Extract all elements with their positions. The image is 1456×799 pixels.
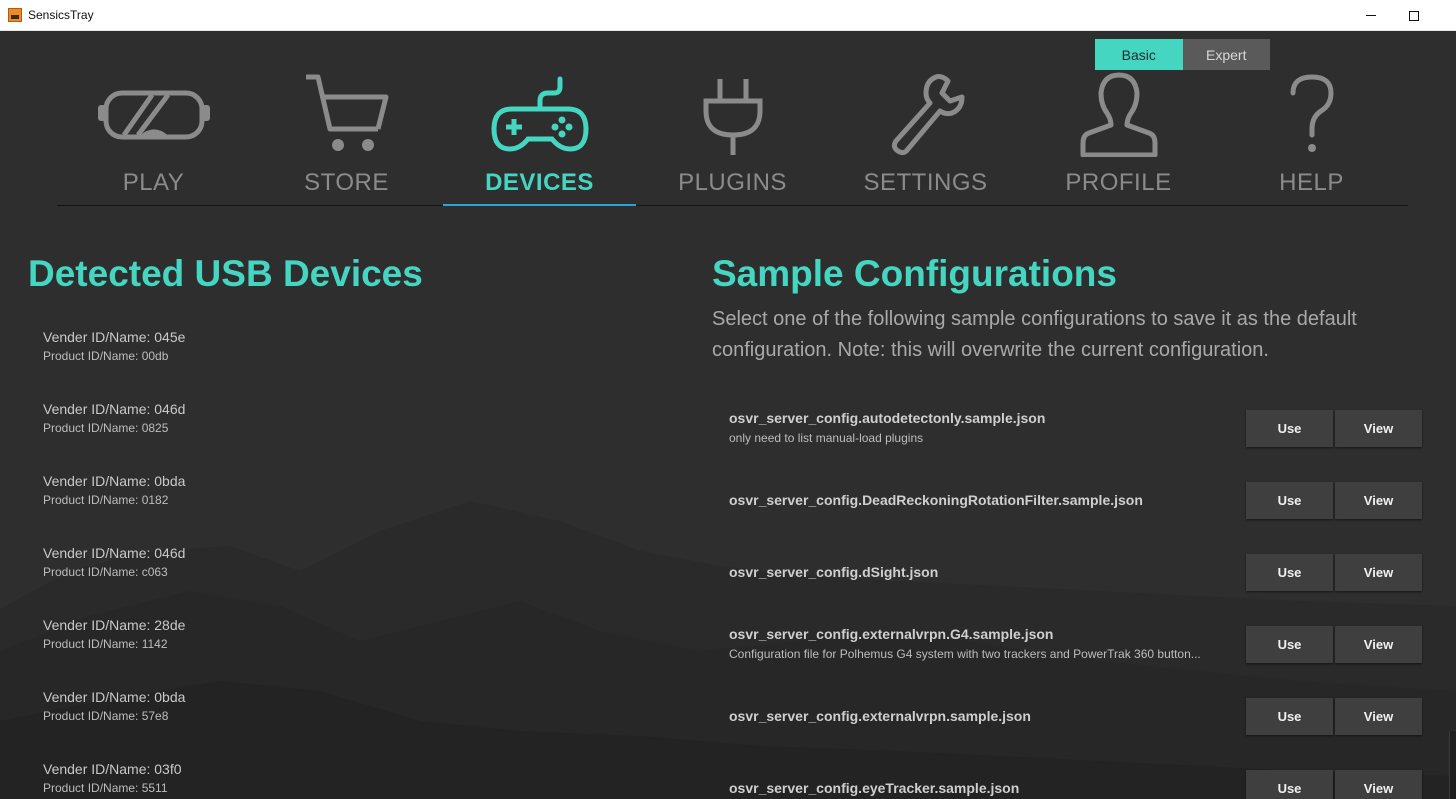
maximize-icon: [1409, 10, 1419, 21]
usb-devices-title: Detected USB Devices: [28, 253, 423, 294]
tab-profile[interactable]: PROFILE: [1022, 71, 1215, 207]
config-name: osvr_server_config.externalvrpn.G4.sampl…: [729, 626, 1054, 642]
question-mark-icon: [1215, 71, 1408, 157]
gamepad-icon: [443, 71, 636, 157]
list-item: Vender ID/Name: 045e Product ID/Name: 00…: [43, 329, 643, 363]
device-vendor: Vender ID/Name: 046d: [43, 401, 186, 417]
device-vendor: Vender ID/Name: 0bda: [43, 689, 186, 705]
use-button[interactable]: Use: [1246, 770, 1333, 799]
scrollbar[interactable]: [1449, 731, 1456, 799]
config-row: osvr_server_config.eyeTracker.sample.jso…: [729, 770, 1422, 799]
view-button[interactable]: View: [1335, 482, 1422, 519]
sample-configurations-title: Sample Configurations: [712, 253, 1117, 294]
view-button[interactable]: View: [1335, 770, 1422, 799]
list-item: Vender ID/Name: 046d Product ID/Name: 08…: [43, 401, 643, 435]
device-product: Product ID/Name: 0182: [43, 493, 169, 507]
config-row: osvr_server_config.autodetectonly.sample…: [729, 410, 1422, 450]
config-row: osvr_server_config.externalvrpn.sample.j…: [729, 698, 1422, 738]
device-vendor: Vender ID/Name: 045e: [43, 329, 186, 345]
app-icon: [8, 8, 22, 22]
device-vendor: Vender ID/Name: 046d: [43, 545, 186, 561]
tab-devices[interactable]: DEVICES: [443, 71, 636, 207]
device-product: Product ID/Name: 00db: [43, 349, 169, 363]
config-name: osvr_server_config.eyeTracker.sample.jso…: [729, 780, 1020, 796]
tab-help-label: HELP: [1279, 169, 1344, 196]
device-product: Product ID/Name: 5511: [43, 781, 168, 795]
list-item: Vender ID/Name: 03f0 Product ID/Name: 55…: [43, 761, 643, 795]
device-product: Product ID/Name: 57e8: [43, 709, 169, 723]
app-main: Basic Expert PLAY STORE DEVICES PLUGINS …: [0, 31, 1456, 799]
minimize-icon: [1366, 15, 1376, 16]
use-button[interactable]: Use: [1246, 554, 1333, 591]
view-button[interactable]: View: [1335, 626, 1422, 663]
shopping-cart-icon: [250, 71, 443, 157]
list-item: Vender ID/Name: 0bda Product ID/Name: 57…: [43, 689, 643, 723]
use-button[interactable]: Use: [1246, 698, 1333, 735]
maximize-button[interactable]: [1391, 0, 1437, 31]
use-button[interactable]: Use: [1246, 626, 1333, 663]
config-name: osvr_server_config.autodetectonly.sample…: [729, 410, 1046, 426]
vr-headset-icon: [57, 71, 250, 157]
expert-mode-button[interactable]: Expert: [1182, 39, 1270, 70]
view-button[interactable]: View: [1335, 698, 1422, 735]
device-product: Product ID/Name: c063: [43, 565, 168, 579]
tab-store-label: STORE: [304, 169, 389, 196]
tab-settings[interactable]: SETTINGS: [829, 71, 1022, 207]
minimize-button[interactable]: [1348, 0, 1394, 31]
device-vendor: Vender ID/Name: 03f0: [43, 761, 182, 777]
sample-configurations-description: Select one of the following sample confi…: [712, 308, 1357, 361]
tab-store[interactable]: STORE: [250, 71, 443, 207]
active-tab-indicator: [443, 204, 636, 206]
wrench-icon: [829, 71, 1022, 157]
device-vendor: Vender ID/Name: 0bda: [43, 473, 186, 489]
person-icon: [1022, 71, 1215, 157]
config-row: osvr_server_config.externalvrpn.G4.sampl…: [729, 626, 1422, 666]
tab-play-label: PLAY: [122, 169, 185, 196]
view-button[interactable]: View: [1335, 554, 1422, 591]
list-item: Vender ID/Name: 0bda Product ID/Name: 01…: [43, 473, 643, 507]
use-button[interactable]: Use: [1246, 482, 1333, 519]
tab-plugins-label: PLUGINS: [678, 169, 787, 196]
device-vendor: Vender ID/Name: 28de: [43, 617, 186, 633]
list-item: Vender ID/Name: 28de Product ID/Name: 11…: [43, 617, 643, 651]
tab-plugins[interactable]: PLUGINS: [636, 71, 829, 207]
config-row: osvr_server_config.dSight.json Use View: [729, 554, 1422, 594]
use-button[interactable]: Use: [1246, 410, 1333, 447]
tab-play[interactable]: PLAY: [57, 71, 250, 207]
view-button[interactable]: View: [1335, 410, 1422, 447]
device-product: Product ID/Name: 0825: [43, 421, 169, 435]
tab-profile-label: PROFILE: [1065, 169, 1172, 196]
window-titlebar: SensicsTray: [0, 0, 1456, 31]
config-name: osvr_server_config.externalvrpn.sample.j…: [729, 708, 1031, 724]
config-description: only need to list manual-load plugins: [729, 431, 924, 445]
mode-toggle: Basic Expert: [1095, 39, 1270, 70]
config-description: Configuration file for Polhemus G4 syste…: [729, 647, 1201, 661]
list-item: Vender ID/Name: 046d Product ID/Name: c0…: [43, 545, 643, 579]
config-name: osvr_server_config.dSight.json: [729, 564, 939, 580]
tab-help[interactable]: HELP: [1215, 71, 1408, 207]
tab-settings-label: SETTINGS: [863, 169, 988, 196]
config-row: osvr_server_config.DeadReckoningRotation…: [729, 482, 1422, 522]
window-title: SensicsTray: [28, 8, 94, 22]
device-product: Product ID/Name: 1142: [43, 637, 168, 651]
power-plug-icon: [636, 71, 829, 157]
basic-mode-button[interactable]: Basic: [1095, 39, 1183, 70]
config-name: osvr_server_config.DeadReckoningRotation…: [729, 492, 1143, 508]
tab-devices-label: DEVICES: [485, 169, 594, 196]
